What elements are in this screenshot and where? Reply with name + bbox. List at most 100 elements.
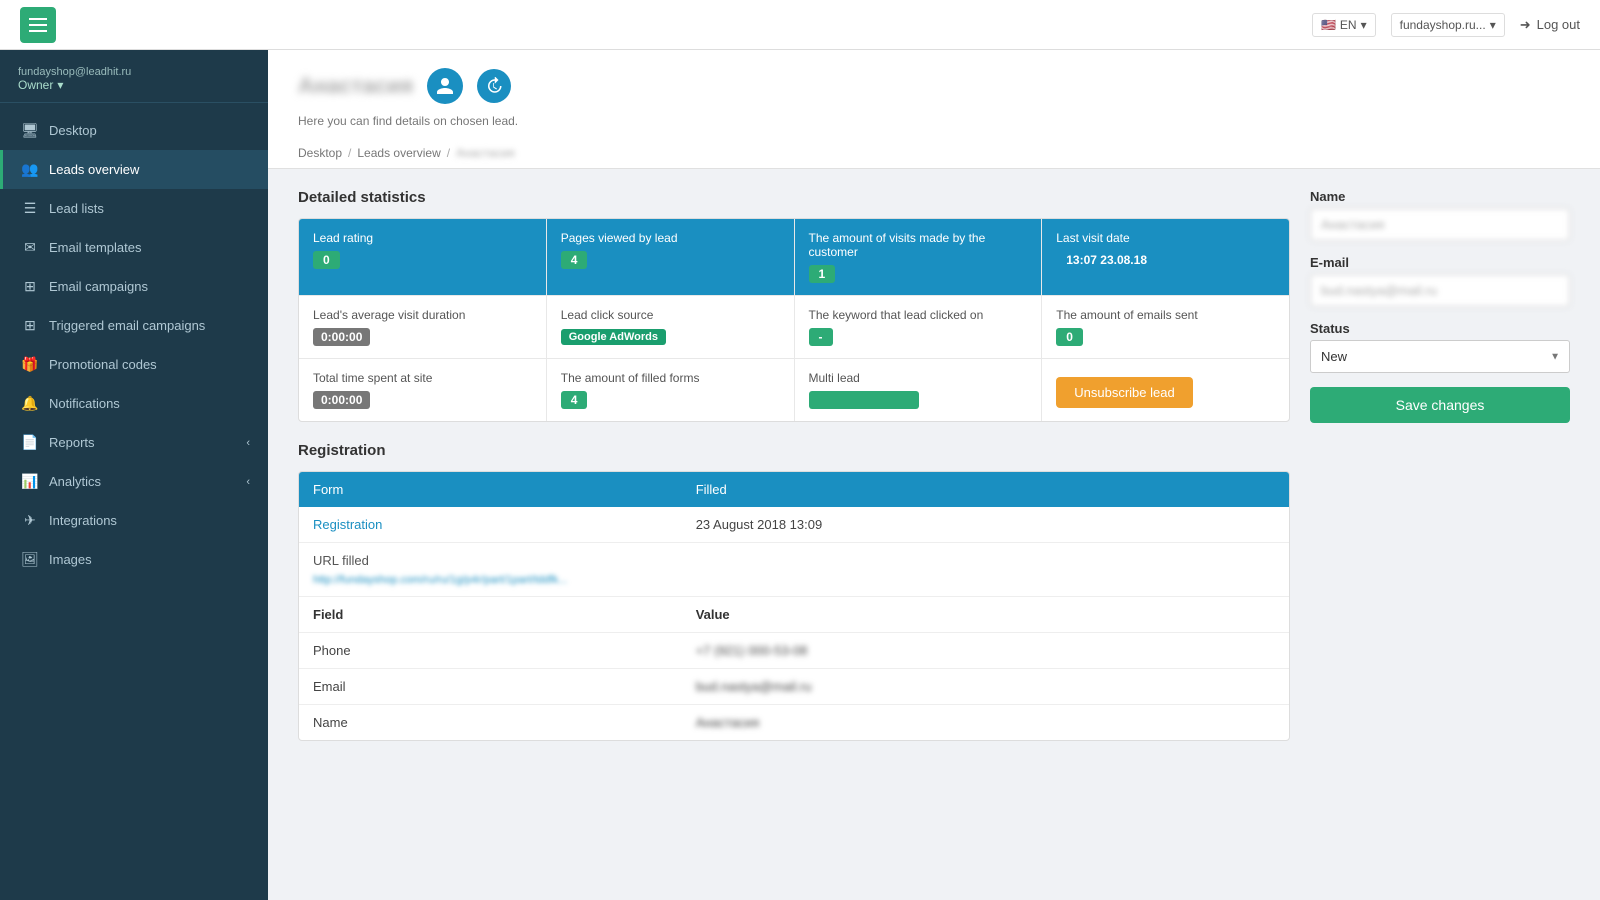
save-changes-button[interactable]: Save changes — [1310, 387, 1570, 423]
status-form-group: Status New In progress Closed Spam — [1310, 321, 1570, 373]
user-account-button[interactable]: fundayshop.ru... ▾ — [1391, 13, 1505, 37]
reg-filled-date: 23 August 2018 13:09 — [682, 507, 1289, 543]
sidebar-item-label: Images — [49, 552, 92, 567]
sidebar-item-lead-lists[interactable]: ☰ Lead lists — [0, 189, 268, 228]
stat-value: 0 — [1056, 328, 1083, 346]
stat-label: Multi lead — [809, 371, 1028, 385]
stat-label: The amount of filled forms — [561, 371, 780, 385]
stat-cell-last-visit: Last visit date 13:07 23.08.18 — [1042, 219, 1289, 295]
sidebar-item-label: Email templates — [49, 240, 141, 255]
sidebar-item-leads-overview[interactable]: 👥 Leads overview — [0, 150, 268, 189]
right-panel-form: Name E-mail Status New — [1310, 189, 1570, 423]
sidebar-item-analytics[interactable]: 📊 Analytics ‹ — [0, 462, 268, 501]
stat-label: The keyword that lead clicked on — [809, 308, 1028, 322]
stat-cell-filled-forms: The amount of filled forms 4 — [547, 359, 795, 421]
email-form-group: E-mail — [1310, 255, 1570, 307]
sidebar-item-desktop[interactable]: 🖥 Desktop — [0, 111, 268, 150]
triggered-icon: ⊞ — [21, 317, 39, 334]
stat-label: Lead click source — [561, 308, 780, 322]
lead-title: Анастасия — [298, 73, 413, 99]
reg-form-name: Registration — [299, 507, 682, 543]
email-icon: ✉ — [21, 239, 39, 256]
breadcrumb-leads-overview[interactable]: Leads overview — [357, 146, 440, 160]
breadcrumb-desktop[interactable]: Desktop — [298, 146, 342, 160]
sidebar-item-images[interactable]: 🖼 Images — [0, 540, 268, 579]
sidebar-item-label: Desktop — [49, 123, 97, 138]
main-content: Detailed statistics Lead rating 0 Pages … — [268, 169, 1600, 900]
unsubscribe-button[interactable]: Unsubscribe lead — [1056, 377, 1192, 408]
top-nav: 🇺🇸 EN ▾ fundayshop.ru... ▾ ➜ Log out — [0, 0, 1600, 50]
reg-table-header-row: Form Filled — [299, 472, 1289, 507]
reg-url-row: URL filled http://fundayshop.com/ru/ru/1… — [299, 543, 1289, 597]
name-form-group: Name — [1310, 189, 1570, 241]
sidebar-item-label: Lead lists — [49, 201, 104, 216]
field-value-name: Анастасия — [682, 705, 1289, 741]
right-column: Name E-mail Status New — [1310, 189, 1570, 741]
field-row-email: Email bud.nastya@mail.ru — [299, 669, 1289, 705]
field-row-phone: Phone +7 (921) 000-53-08 — [299, 633, 1289, 669]
stat-label: The amount of emails sent — [1056, 308, 1275, 322]
user-label: fundayshop.ru... — [1400, 18, 1486, 32]
stat-value: 0:00:00 — [313, 328, 370, 346]
sidebar-item-triggered-email[interactable]: ⊞ Triggered email campaigns — [0, 306, 268, 345]
language-label: EN — [1340, 18, 1357, 32]
stat-label: Lead rating — [313, 231, 532, 245]
sidebar-user-role[interactable]: Owner ▾ — [18, 78, 250, 92]
chevron-down-icon: ▾ — [1490, 18, 1496, 32]
status-select-wrapper: New In progress Closed Spam — [1310, 340, 1570, 373]
registration-link[interactable]: Registration — [313, 517, 382, 532]
content-area: Анастасия Here you can find details on c… — [268, 50, 1600, 900]
chevron-down-icon: ▾ — [57, 78, 63, 92]
top-nav-left — [20, 7, 56, 43]
list-icon: ☰ — [21, 200, 39, 217]
stat-label: The amount of visits made by the custome… — [809, 231, 1028, 259]
sidebar-item-reports[interactable]: 📄 Reports ‹ — [0, 423, 268, 462]
registration-title: Registration — [298, 442, 1290, 459]
sidebar-item-label: Email campaigns — [49, 279, 148, 294]
stats-grid: Lead rating 0 Pages viewed by lead 4 The… — [298, 218, 1290, 422]
sidebar: fundayshop@leadhit.ru Owner ▾ 🖥 Desktop … — [0, 50, 268, 900]
reg-url-label: URL filled http://fundayshop.com/ru/ru/1… — [299, 543, 1289, 597]
sidebar-item-label: Promotional codes — [49, 357, 157, 372]
stat-label: Pages viewed by lead — [561, 231, 780, 245]
stat-cell-emails-sent: The amount of emails sent 0 — [1042, 296, 1289, 358]
field-value-email: bud.nastya@mail.ru — [682, 669, 1289, 705]
stat-cell-visits: The amount of visits made by the custome… — [795, 219, 1043, 295]
language-selector[interactable]: 🇺🇸 EN ▾ — [1312, 13, 1376, 37]
logout-button[interactable]: ➜ Log out — [1520, 17, 1580, 33]
breadcrumb-separator: / — [447, 146, 450, 160]
sidebar-item-email-templates[interactable]: ✉ Email templates — [0, 228, 268, 267]
sidebar-item-label: Leads overview — [49, 162, 139, 177]
stat-value: 4 — [561, 251, 588, 269]
sidebar-item-email-campaigns[interactable]: ⊞ Email campaigns — [0, 267, 268, 306]
hamburger-button[interactable] — [20, 7, 56, 43]
sidebar-item-label: Notifications — [49, 396, 120, 411]
value-header: Value — [682, 597, 1289, 633]
sidebar-item-promotional-codes[interactable]: 🎁 Promotional codes — [0, 345, 268, 384]
stat-value: - — [809, 328, 833, 346]
breadcrumb-separator: / — [348, 146, 351, 160]
gift-icon: 🎁 — [21, 356, 39, 373]
url-filled-label: URL filled — [313, 553, 1275, 568]
breadcrumb-current: Анастасия — [456, 146, 515, 160]
flag-icon: 🇺🇸 — [1321, 18, 1336, 32]
status-select[interactable]: New In progress Closed Spam — [1310, 340, 1570, 373]
field-header: Field — [299, 597, 682, 633]
page-header: Анастасия Here you can find details on c… — [268, 50, 1600, 169]
stat-cell-unsubscribe: Unsubscribe lead — [1042, 359, 1289, 421]
sidebar-item-integrations[interactable]: ✈ Integrations — [0, 501, 268, 540]
sidebar-item-notifications[interactable]: 🔔 Notifications — [0, 384, 268, 423]
email-input[interactable] — [1310, 274, 1570, 307]
field-label-email: Email — [299, 669, 682, 705]
stat-cell-lead-rating: Lead rating 0 — [299, 219, 547, 295]
content-columns: Detailed statistics Lead rating 0 Pages … — [298, 189, 1570, 741]
campaigns-icon: ⊞ — [21, 278, 39, 295]
stats-row-3: Total time spent at site 0:00:00 The amo… — [299, 359, 1289, 421]
field-value-phone: +7 (921) 000-53-08 — [682, 633, 1289, 669]
stat-label: Total time spent at site — [313, 371, 532, 385]
chevron-icon: ‹ — [246, 437, 250, 449]
name-input[interactable] — [1310, 208, 1570, 241]
bell-icon: 🔔 — [21, 395, 39, 412]
stat-value: Google AdWords — [561, 329, 666, 345]
logout-label: Log out — [1537, 17, 1580, 32]
